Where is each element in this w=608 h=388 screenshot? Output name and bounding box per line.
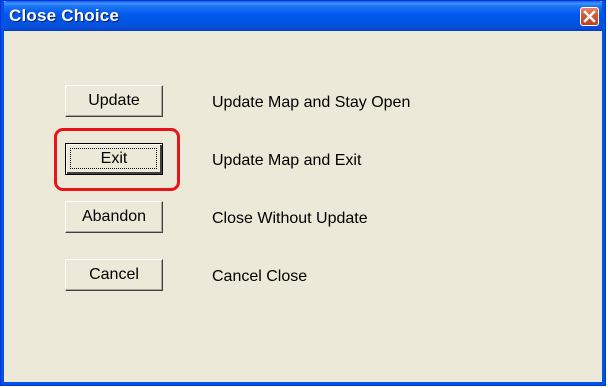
window-title: Close Choice [9, 6, 120, 25]
titlebar[interactable]: Close Choice [1, 1, 605, 31]
close-button[interactable] [580, 7, 599, 26]
update-button[interactable]: Update [65, 85, 163, 117]
abandon-button-label: Abandon [81, 208, 147, 225]
close-icon [583, 10, 596, 23]
abandon-description: Close Without Update [212, 210, 368, 227]
close-choice-dialog: Close Choice Update Update Map and Stay … [0, 0, 606, 386]
update-button-label: Update [88, 92, 140, 109]
cancel-description: Cancel Close [212, 268, 308, 285]
cancel-button[interactable]: Cancel [65, 259, 163, 291]
abandon-button[interactable]: Abandon [65, 201, 163, 233]
exit-button[interactable]: Exit [65, 143, 163, 175]
exit-button-label: Exit [100, 150, 128, 167]
update-description: Update Map and Stay Open [212, 94, 411, 111]
window-border [1, 1, 605, 385]
cancel-button-label: Cancel [89, 266, 139, 283]
exit-description: Update Map and Exit [212, 152, 362, 169]
